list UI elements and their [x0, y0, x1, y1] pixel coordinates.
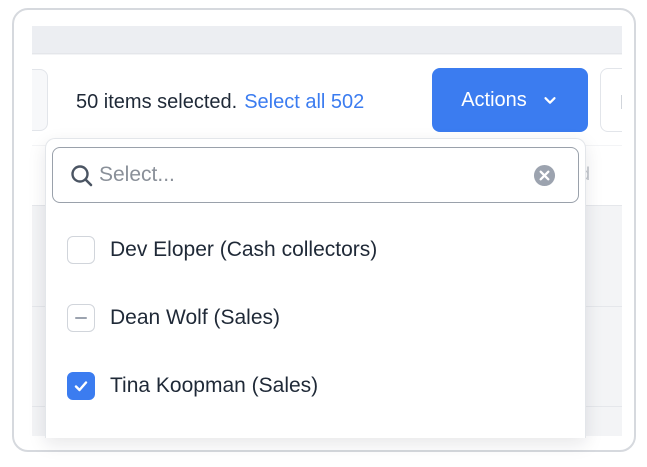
search-icon — [71, 165, 93, 187]
option-label: Dev Eloper (Cash collectors) — [110, 238, 378, 261]
selected-count-text: 50 items selected. — [76, 90, 238, 113]
option-item[interactable]: Dean Wolf (Sales) — [46, 284, 585, 352]
selection-summary: 50 items selected. Select all 502 — [76, 77, 364, 127]
actions-button-label: Actions — [461, 88, 527, 111]
option-item[interactable]: Tina Koopman (Sales) — [46, 352, 585, 420]
top-bar — [32, 26, 622, 54]
option-item[interactable]: Dev Eloper (Cash collectors) — [46, 216, 585, 284]
checkbox-indeterminate[interactable] — [67, 304, 95, 332]
bulk-action-toolbar: 50 items selected. Select all 502 Action… — [32, 55, 622, 145]
checkbox-unchecked[interactable] — [67, 236, 95, 264]
chevron-down-icon — [544, 97, 556, 104]
option-label: Dean Wolf (Sales) — [110, 306, 281, 329]
minus-icon — [75, 317, 87, 319]
select-all-link[interactable]: Select all 502 — [244, 91, 364, 114]
right-toolbar-button[interactable] — [600, 68, 622, 132]
check-icon — [74, 381, 88, 392]
checkbox-checked[interactable] — [67, 372, 95, 400]
option-label: Tina Koopman (Sales) — [110, 374, 319, 397]
actions-button[interactable]: Actions — [432, 68, 588, 132]
dropdown-search-box — [52, 147, 579, 203]
left-toolbar-button[interactable] — [32, 69, 48, 131]
clear-icon[interactable] — [533, 164, 556, 187]
assignee-dropdown: Dev Eloper (Cash collectors) Dean Wolf (… — [45, 138, 586, 438]
search-input[interactable] — [99, 158, 519, 192]
